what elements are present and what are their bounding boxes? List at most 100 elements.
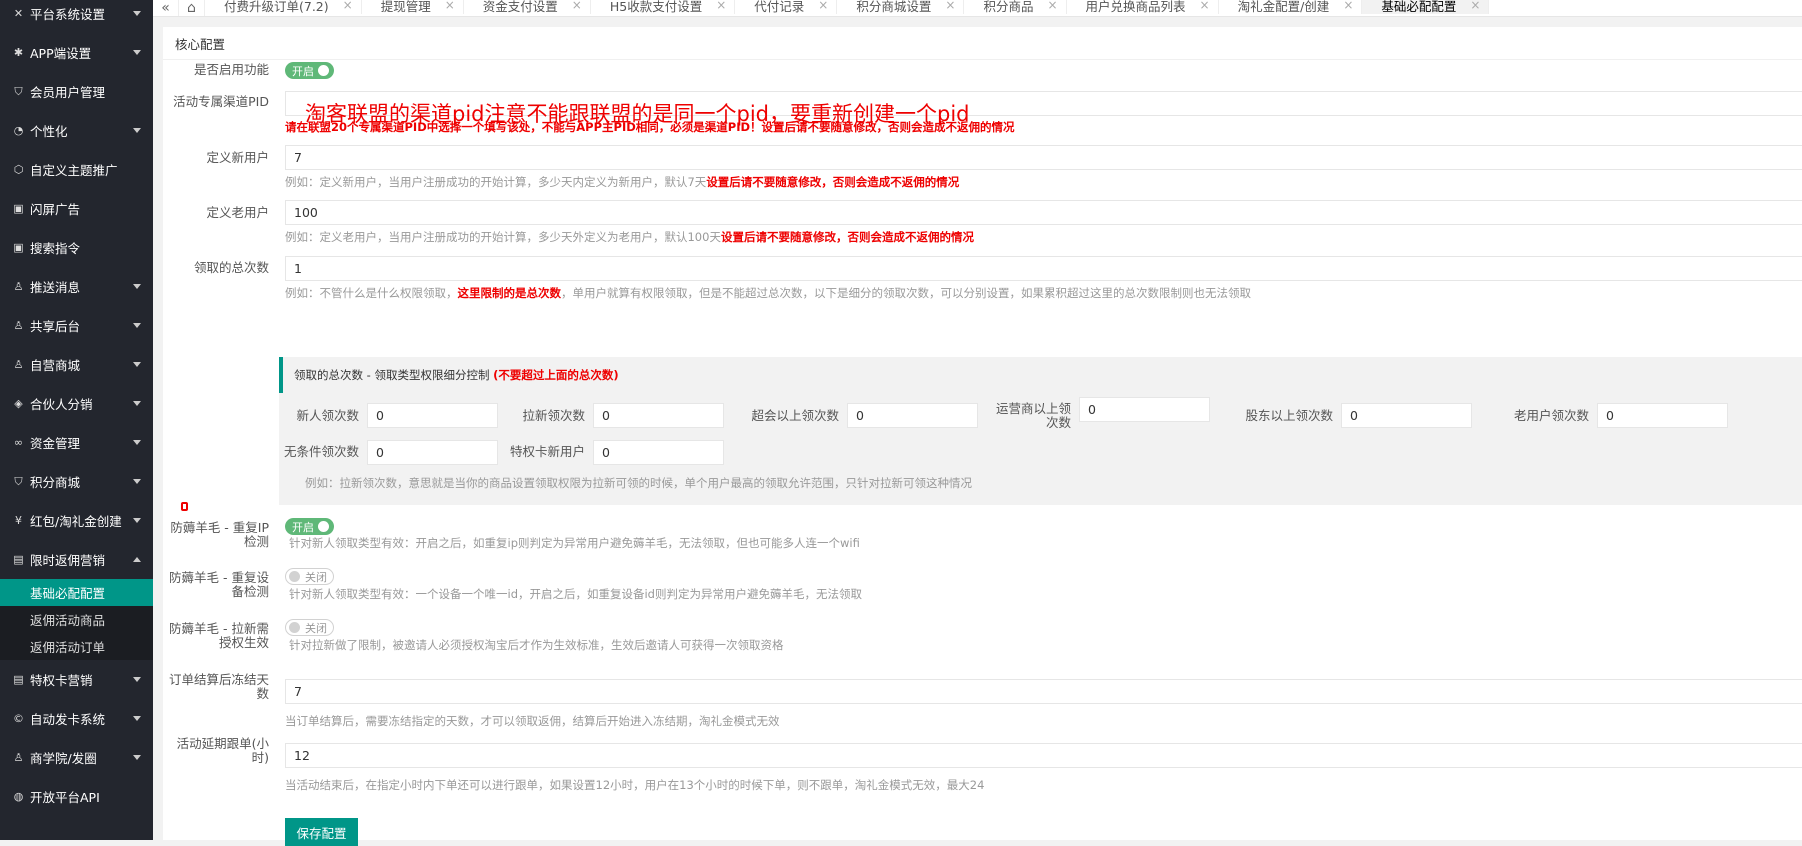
old-user-tip-warning: 设置后请不要随意修改，否则会造成不返佣的情况 <box>720 230 974 244</box>
auth-check-switch[interactable]: 关闭 <box>285 619 334 636</box>
sidebar-item[interactable]: ♙ 共享后台 <box>0 306 153 345</box>
auth-check-label: 防薅羊毛 - 拉新需授权生效 <box>169 621 269 650</box>
sidebar-item[interactable]: © 自动发卡系统 <box>0 699 153 738</box>
auth-check-tip: 针对拉新做了限制，被邀请人必须授权淘宝后才作为生效标准，生效后邀请人可获得一次领… <box>289 638 784 652</box>
device-check-switch[interactable]: 关闭 <box>285 568 334 585</box>
sidebar-item[interactable]: ♙ 商学院/发圈 <box>0 738 153 777</box>
tab-label: 用户兑换商品列表 <box>1085 0 1186 14</box>
globe-icon: ◍ <box>13 790 24 803</box>
detail-label: 老用户领次数 <box>1513 408 1589 423</box>
sidebar-item[interactable]: ♙ 推送消息 <box>0 267 153 306</box>
total-tip-b: ，单用户就算有权限领取，但是不能超过总次数，以下是细分的领取次数，可以分别设置，… <box>561 286 1251 300</box>
close-icon[interactable]: × <box>572 0 582 12</box>
user-icon: ♙ <box>13 319 24 332</box>
tab[interactable]: 积分商城设置 × <box>837 0 965 14</box>
home-icon[interactable]: ⌂ <box>179 0 205 16</box>
close-icon[interactable]: × <box>1047 0 1057 12</box>
chevron-down-icon <box>133 518 141 523</box>
sidebar-item-label: 特权卡营销 <box>30 673 93 688</box>
sidebar-item[interactable]: ▤ 限时返佣营销 <box>0 540 153 579</box>
ip-switch-text: 开启 <box>292 520 314 534</box>
sidebar-subitem[interactable]: 返佣活动订单 <box>0 633 153 660</box>
sidebar-item[interactable]: ♙ 自营商城 <box>0 345 153 384</box>
sidebar-item[interactable]: ⛉ 积分商城 <box>0 462 153 501</box>
freeze-input[interactable]: 7 <box>285 679 1802 704</box>
new-user-input[interactable]: 7 <box>285 145 1802 170</box>
sidebar-item[interactable]: ◔ 个性化 <box>0 111 153 150</box>
calendar-icon: ▤ <box>13 673 24 686</box>
sidebar-item[interactable]: ⛉ 会员用户管理 <box>0 72 153 111</box>
tab-label: 淘礼金配置/创建 <box>1237 0 1330 14</box>
tab[interactable]: 代付记录 × <box>735 0 838 14</box>
old-user-input[interactable]: 100 <box>285 200 1802 225</box>
sidebar-item-label: 个性化 <box>30 124 68 139</box>
tab[interactable]: 积分商品 × <box>964 0 1067 14</box>
detail-input-invite[interactable]: 0 <box>593 403 724 428</box>
sidebar-item[interactable]: ✱ APP端设置 <box>0 33 153 72</box>
sidebar-item[interactable]: ✕ 平台系统设置 <box>0 0 153 33</box>
close-icon[interactable]: × <box>445 0 455 12</box>
total-label: 领取的总次数 <box>193 260 269 275</box>
sidebar-item[interactable]: ▤ 特权卡营销 <box>0 660 153 699</box>
tab[interactable]: 付费升级订单(7.2) × <box>205 0 362 14</box>
total-tip-warning: 这里限制的是总次数 <box>457 286 562 300</box>
switch-knob <box>318 521 329 532</box>
tab[interactable]: 提现管理 × <box>362 0 464 14</box>
sidebar-item-label: 平台系统设置 <box>30 7 106 22</box>
tab[interactable]: 资金支付设置 × <box>464 0 591 14</box>
new-user-tip-text: 例如：定义新用户，当用户注册成功的开始计算，多少天内定义为新用户，默认7天 <box>285 175 707 189</box>
pid-label: 活动专属渠道PID <box>173 94 269 109</box>
sidebar-item-label: 推送消息 <box>30 280 81 295</box>
enable-label: 是否启用功能 <box>193 62 269 77</box>
detail-input-super[interactable]: 0 <box>847 403 978 428</box>
total-tip-a: 例如：不管什么是什么权限领取， <box>285 286 458 300</box>
sidebar-item[interactable]: ▣ 搜索指令 <box>0 228 153 267</box>
save-button[interactable]: 保存配置 <box>285 818 358 846</box>
tab[interactable]: 基础必配配置 × <box>1362 0 1490 14</box>
close-icon[interactable]: × <box>945 0 955 12</box>
sidebar-item[interactable]: ◍ 开放平台API <box>0 777 153 816</box>
link-icon: ∞ <box>13 436 24 449</box>
detail-input-unconditional[interactable]: 0 <box>367 440 498 465</box>
detail-input-vip[interactable]: 0 <box>593 440 724 465</box>
total-tip: 例如：不管什么是什么权限领取，这里限制的是总次数，单用户就算有权限领取，但是不能… <box>285 285 1251 301</box>
sidebar-item-label: 闪屏广告 <box>30 202 81 217</box>
sidebar-subitem[interactable]: 返佣活动商品 <box>0 606 153 633</box>
detail-label: 新人领次数 <box>296 408 359 423</box>
sidebar-item[interactable]: ▣ 闪屏广告 <box>0 189 153 228</box>
detail-label: 无条件领次数 <box>283 444 359 459</box>
enable-switch[interactable]: 开启 <box>285 62 334 79</box>
close-icon[interactable]: × <box>1470 0 1480 12</box>
chevron-down-icon <box>133 11 141 16</box>
sidebar: ✕ 平台系统设置 ✱ APP端设置 ⛉ 会员用户管理 ◔ 个性化 ⬡ 自定义主题推广 ▣ 闪屏广告 ▣ 搜… <box>0 0 153 840</box>
sidebar-item[interactable]: ¥ 红包/淘礼金创建 <box>0 501 153 540</box>
detail-input-operator[interactable]: 0 <box>1079 397 1210 422</box>
double-chevron-left-icon[interactable]: « <box>153 0 179 16</box>
sidebar-item[interactable]: ⬡ 自定义主题推广 <box>0 150 153 189</box>
chevron-down-icon <box>133 401 141 406</box>
close-icon[interactable]: × <box>1343 0 1353 12</box>
tab[interactable]: 用户兑换商品列表 × <box>1067 0 1219 14</box>
close-icon[interactable]: × <box>1200 0 1210 12</box>
sidebar-item[interactable]: ∞ 资金管理 <box>0 423 153 462</box>
sidebar-subitem[interactable]: 基础必配配置 <box>0 579 153 606</box>
detail-input-old[interactable]: 0 <box>1597 403 1728 428</box>
chevron-down-icon <box>133 362 141 367</box>
tab[interactable]: 淘礼金配置/创建 × <box>1219 0 1363 14</box>
chevron-down-icon <box>133 716 141 721</box>
close-icon[interactable]: × <box>818 0 828 12</box>
tab-label: 基础必配配置 <box>1381 0 1457 14</box>
tab-label: 积分商品 <box>983 0 1034 14</box>
sidebar-item[interactable]: ◈ 合伙人分销 <box>0 384 153 423</box>
total-input[interactable]: 1 <box>285 256 1802 281</box>
ip-check-switch[interactable]: 开启 <box>285 518 334 535</box>
copyright-icon: © <box>13 712 24 725</box>
sidebar-item-label: 共享后台 <box>30 319 81 334</box>
close-icon[interactable]: × <box>716 0 726 12</box>
detail-input-shareholder[interactable]: 0 <box>1341 403 1472 428</box>
delay-input[interactable]: 12 <box>285 743 1802 768</box>
tab[interactable]: H5收款支付设置 × <box>591 0 736 14</box>
tab-label: H5收款支付设置 <box>609 0 703 14</box>
close-icon[interactable]: × <box>343 0 353 12</box>
detail-input-new[interactable]: 0 <box>367 403 498 428</box>
